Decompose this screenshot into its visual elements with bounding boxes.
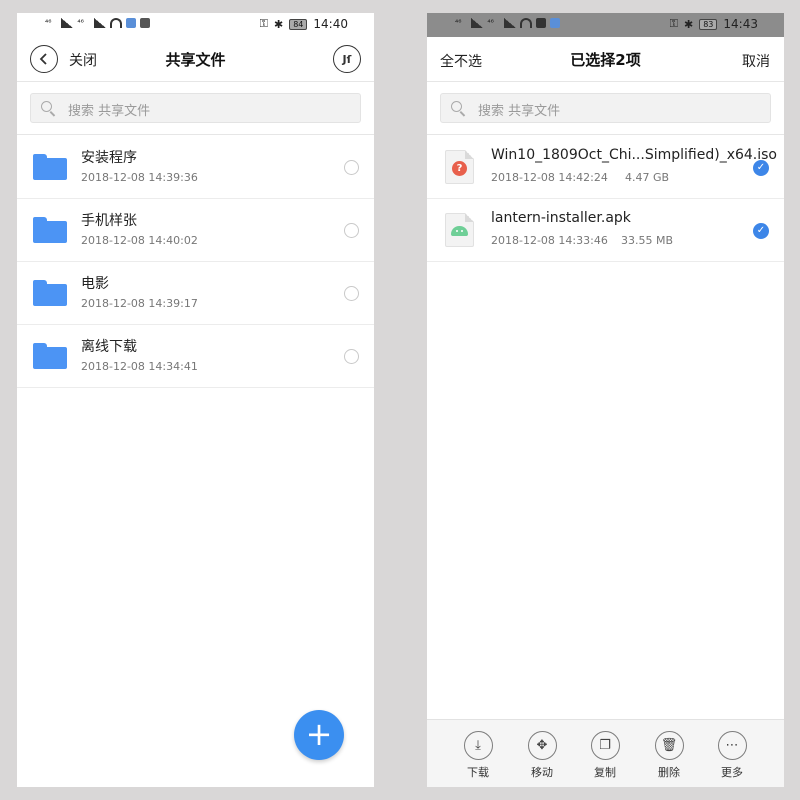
app-notification-icon xyxy=(549,18,560,28)
folder-icon xyxy=(33,343,67,369)
status-bar: ⁴⁶ ⁴⁶ ⚿ ✱ 83 14:43 xyxy=(427,13,784,37)
select-radio[interactable] xyxy=(344,223,359,238)
header-divider xyxy=(427,81,784,82)
battery-icon: 83 xyxy=(699,18,718,30)
signal-icon xyxy=(465,18,484,28)
signal-icon xyxy=(55,18,74,28)
network-label: ⁴⁶ xyxy=(77,18,84,27)
delete-button[interactable]: 🗑 删除 xyxy=(643,731,695,780)
search-placeholder: 搜索 共享文件 xyxy=(68,104,151,119)
network-label: ⁴⁶ xyxy=(45,18,52,27)
folder-row[interactable]: 离线下载 2018-12-08 14:34:41 xyxy=(17,325,374,388)
download-icon: ⤓ xyxy=(463,731,493,760)
select-radio[interactable] xyxy=(344,286,359,301)
selection-title: 已选择2项 xyxy=(570,51,641,69)
selection-header: 全不选 已选择2项 取消 xyxy=(427,37,784,83)
copy-icon: ❐ xyxy=(590,731,620,760)
tool-label: 删除 xyxy=(658,766,680,779)
page-title: 共享文件 xyxy=(165,51,226,69)
tool-label: 移动 xyxy=(531,766,553,779)
move-button[interactable]: ✥ 移动 xyxy=(516,731,568,780)
folder-icon xyxy=(33,217,67,243)
bluetooth-icon: ✱ xyxy=(274,17,284,31)
apk-file-icon xyxy=(445,213,474,247)
folder-date: 2018-12-08 14:39:36 xyxy=(81,171,198,184)
plus-icon: + xyxy=(305,715,333,753)
folder-name: 手机样张 xyxy=(81,213,137,229)
tool-label: 更多 xyxy=(721,766,743,779)
app-header: 关闭 共享文件 Jſ xyxy=(17,37,374,83)
search-input[interactable]: 搜索 共享文件 xyxy=(30,93,361,123)
file-size: 4.47 GB xyxy=(625,171,670,184)
tool-label: 下载 xyxy=(467,766,489,779)
wifi-icon xyxy=(109,18,122,28)
checked-icon[interactable]: ✓ xyxy=(753,223,769,239)
tool-label: 复制 xyxy=(594,766,616,779)
select-radio[interactable] xyxy=(344,349,359,364)
battery-icon: 84 xyxy=(289,18,308,30)
left-screen: ⁴⁶ ⁴⁶ ⚿ ✱ 84 14:40 关闭 共享文件 Jſ 搜索 共享文件 安装… xyxy=(17,13,374,787)
more-icon: ⋯ xyxy=(717,731,747,760)
iso-file-icon: ? xyxy=(445,150,474,184)
key-icon: ⚿ xyxy=(259,17,268,30)
folder-name: 离线下载 xyxy=(81,339,137,355)
sort-icon: Jſ xyxy=(342,52,352,66)
clock: 14:40 xyxy=(313,17,348,31)
folder-icon xyxy=(33,280,67,306)
select-radio[interactable] xyxy=(344,160,359,175)
search-divider xyxy=(17,134,374,135)
folder-date: 2018-12-08 14:39:17 xyxy=(81,297,198,310)
cancel-button[interactable]: 取消 xyxy=(742,51,770,71)
search-input[interactable]: 搜索 共享文件 xyxy=(440,93,771,123)
file-size: 33.55 MB xyxy=(621,234,674,247)
more-button[interactable]: ⋯ 更多 xyxy=(706,731,758,780)
header-divider xyxy=(17,81,374,82)
app-notification-icon xyxy=(535,18,546,28)
network-label: ⁴⁶ xyxy=(455,18,462,27)
download-button[interactable]: ⤓ 下载 xyxy=(452,731,504,780)
checked-icon[interactable]: ✓ xyxy=(753,160,769,176)
signal-icon xyxy=(498,18,516,28)
file-name: Win10_1809Oct_Chi...Simplified)_x64.iso xyxy=(491,147,777,163)
key-icon: ⚿ xyxy=(669,17,678,30)
search-icon xyxy=(41,101,52,112)
folder-row[interactable]: 电影 2018-12-08 14:39:17 xyxy=(17,262,374,325)
copy-button[interactable]: ❐ 复制 xyxy=(579,731,631,780)
file-row[interactable]: ? Win10_1809Oct_Chi...Simplified)_x64.is… xyxy=(427,136,784,199)
network-label: ⁴⁶ xyxy=(487,18,494,27)
search-placeholder: 搜索 共享文件 xyxy=(478,104,561,119)
right-screen: ⁴⁶ ⁴⁶ ⚿ ✱ 83 14:43 全不选 已选择2项 取消 搜索 共享文件 … xyxy=(427,13,784,787)
action-toolbar: ⤓ 下载 ✥ 移动 ❐ 复制 🗑 删除 ⋯ 更多 xyxy=(427,719,784,787)
folder-date: 2018-12-08 14:34:41 xyxy=(81,360,198,373)
file-name: lantern-installer.apk xyxy=(491,210,631,226)
app-notification-icon xyxy=(139,18,150,28)
sort-button[interactable]: Jſ xyxy=(333,45,361,73)
add-button[interactable]: + xyxy=(294,710,344,760)
folder-row[interactable]: 手机样张 2018-12-08 14:40:02 xyxy=(17,199,374,262)
search-divider xyxy=(427,134,784,135)
file-row[interactable]: lantern-installer.apk 2018-12-08 14:33:4… xyxy=(427,199,784,262)
delete-icon: 🗑 xyxy=(654,731,684,760)
search-icon xyxy=(451,101,462,112)
bluetooth-icon: ✱ xyxy=(684,17,694,31)
wifi-icon xyxy=(519,18,532,28)
clock: 14:43 xyxy=(723,17,758,31)
folder-name: 安装程序 xyxy=(81,150,137,166)
folder-icon xyxy=(33,154,67,180)
signal-icon xyxy=(88,18,106,28)
file-date: 2018-12-08 14:33:46 xyxy=(491,234,608,247)
folder-date: 2018-12-08 14:40:02 xyxy=(81,234,198,247)
file-date: 2018-12-08 14:42:24 xyxy=(491,171,608,184)
status-bar: ⁴⁶ ⁴⁶ ⚿ ✱ 84 14:40 xyxy=(17,13,374,37)
folder-row[interactable]: 安装程序 2018-12-08 14:39:36 xyxy=(17,136,374,199)
app-notification-icon xyxy=(125,18,136,28)
folder-name: 电影 xyxy=(81,276,109,292)
move-icon: ✥ xyxy=(527,731,557,760)
